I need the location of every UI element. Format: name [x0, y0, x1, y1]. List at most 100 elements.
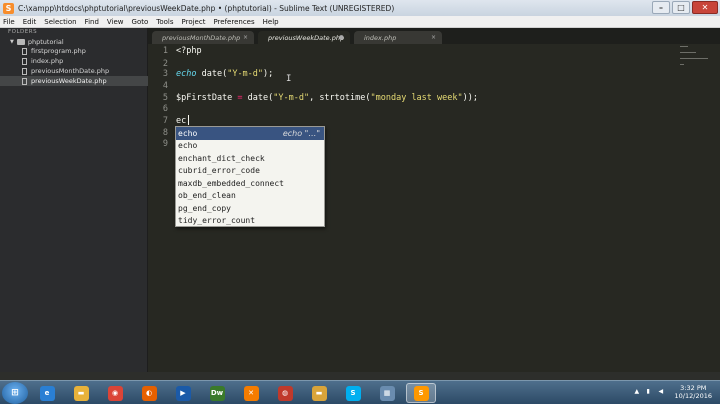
- clock-time: 3:32 PM: [680, 384, 707, 392]
- line-number: 3: [162, 69, 168, 79]
- status-bar: [0, 372, 720, 380]
- taskbar-app-button[interactable]: ▦: [372, 383, 402, 403]
- close-tab-icon[interactable]: ×: [431, 34, 436, 41]
- tab-label: index.php: [364, 33, 397, 42]
- tray-arrow-icon[interactable]: ▲: [635, 388, 643, 396]
- network-icon[interactable]: ▮: [647, 388, 655, 396]
- sidebar-file-label: firstprogram.php: [31, 47, 86, 55]
- autocomplete-item[interactable]: enchant_dict_check: [176, 152, 324, 165]
- menu-file[interactable]: File: [3, 18, 15, 26]
- code-line-5: $pFirstDate = date("Y-m-d", strtotime("m…: [176, 93, 478, 103]
- sidebar-folder-label: phptutorial: [27, 38, 64, 46]
- code-line-3: echo date("Y-m-d");: [176, 69, 273, 79]
- minimap[interactable]: [680, 46, 710, 86]
- start-button[interactable]: ⊞: [2, 382, 28, 404]
- dirty-indicator-icon[interactable]: ●: [339, 34, 344, 41]
- autocomplete-item[interactable]: maxdb_embedded_connect: [176, 177, 324, 190]
- folder-icon: ▬: [73, 385, 89, 401]
- menu-selection[interactable]: Selection: [44, 18, 76, 26]
- text-caret: [188, 115, 189, 125]
- file-icon: [22, 67, 27, 75]
- caret-down-icon[interactable]: ▼: [10, 39, 14, 45]
- menu-tools[interactable]: Tools: [156, 18, 173, 26]
- sidebar-file[interactable]: previousMonthDate.php: [0, 66, 148, 76]
- autocomplete-item[interactable]: echo echo "…": [176, 127, 324, 140]
- minimize-button[interactable]: –: [652, 1, 670, 14]
- taskbar-app-button[interactable]: ▶: [168, 383, 198, 403]
- code-token: "Y-m-d": [273, 93, 310, 103]
- sidebar-header: FOLDERS: [8, 29, 38, 35]
- line-number: 2: [162, 59, 168, 69]
- line-number: 1: [162, 46, 168, 56]
- autocomplete-item[interactable]: echo: [176, 140, 324, 153]
- sidebar-folder[interactable]: ▼ phptutorial: [10, 38, 64, 46]
- folder2-icon: ▬: [311, 385, 327, 401]
- autocomplete-item[interactable]: ob_end_clean: [176, 190, 324, 203]
- code-token: =: [232, 93, 248, 103]
- menu-view[interactable]: View: [107, 18, 124, 26]
- code-line-1: <?php: [176, 46, 202, 56]
- paint-icon: ◍: [277, 385, 293, 401]
- menu-project[interactable]: Project: [182, 18, 206, 26]
- close-button[interactable]: ✕: [692, 1, 718, 14]
- close-tab-icon[interactable]: ×: [243, 34, 248, 41]
- sidebar-file-label: index.php: [31, 57, 64, 65]
- code-token: "monday last week": [370, 93, 463, 103]
- tab-previousweekdate[interactable]: previousWeekDate.php ●: [258, 31, 350, 44]
- code-token: $pFirstDate: [176, 93, 233, 103]
- autocomplete-label: echo: [178, 128, 198, 138]
- autocomplete-item[interactable]: tidy_error_count: [176, 215, 324, 228]
- tab-previousmonthdate[interactable]: previousMonthDate.php ×: [152, 31, 254, 44]
- ie-icon: e: [39, 385, 55, 401]
- xampp-icon: ✕: [243, 385, 259, 401]
- file-icon: [22, 57, 27, 65]
- autocomplete-item[interactable]: cubrid_error_code: [176, 165, 324, 178]
- code-token: date(: [247, 93, 274, 103]
- taskbar-app-button[interactable]: S: [406, 383, 436, 403]
- menu-preferences[interactable]: Preferences: [213, 18, 254, 26]
- taskbar-app-button[interactable]: ▬: [304, 383, 334, 403]
- sidebar-file[interactable]: index.php: [0, 56, 148, 66]
- tab-label: previousWeekDate.php: [268, 33, 345, 42]
- clock[interactable]: 3:32 PM 10/12/2016: [675, 384, 712, 400]
- tab-index[interactable]: index.php ×: [354, 31, 442, 44]
- autocomplete-label: tidy_error_count: [178, 216, 256, 226]
- explorer-icon: ▦: [379, 385, 395, 401]
- menu-edit[interactable]: Edit: [23, 18, 37, 26]
- autocomplete-popup: echo echo "…" echo enchant_dict_check cu…: [175, 126, 325, 227]
- menu-goto[interactable]: Goto: [132, 18, 149, 26]
- firefox-icon: ◐: [141, 385, 157, 401]
- taskbar-app-button[interactable]: ✕: [236, 383, 266, 403]
- maximize-button[interactable]: □: [672, 1, 690, 14]
- sidebar-file-label: previousMonthDate.php: [31, 67, 110, 75]
- menu-find[interactable]: Find: [85, 18, 99, 26]
- tab-label: previousMonthDate.php: [162, 33, 241, 42]
- autocomplete-item[interactable]: pg_end_copy: [176, 202, 324, 215]
- sidebar-file-label: previousWeekDate.php: [31, 77, 107, 85]
- ibeam-cursor-icon: I: [286, 74, 292, 84]
- minimap-line: [680, 52, 696, 53]
- taskbar-app-button[interactable]: ◉: [100, 383, 130, 403]
- sidebar-file[interactable]: firstprogram.php: [0, 46, 148, 56]
- taskbar-app-button[interactable]: ◐: [134, 383, 164, 403]
- volume-icon[interactable]: ◀: [659, 388, 667, 396]
- autocomplete-label: enchant_dict_check: [178, 153, 265, 163]
- code-token: );: [263, 69, 274, 79]
- taskbar-app-button[interactable]: ◍: [270, 383, 300, 403]
- code-line-7: ec: [176, 116, 187, 126]
- taskbar-app-button[interactable]: S: [338, 383, 368, 403]
- taskbar-app-button[interactable]: ▬: [66, 383, 96, 403]
- code-token: , strtotime(: [309, 93, 371, 103]
- minimap-line: [680, 58, 708, 59]
- file-icon: [22, 47, 27, 55]
- autocomplete-hint: echo "…": [282, 128, 320, 138]
- taskbar-app-button[interactable]: Dw: [202, 383, 232, 403]
- file-icon: [22, 77, 27, 85]
- code-token: echo: [176, 69, 197, 79]
- menu-help[interactable]: Help: [263, 18, 279, 26]
- code-token: "Y-m-d": [227, 69, 264, 79]
- sidebar-file-active[interactable]: previousWeekDate.php: [0, 76, 148, 86]
- taskbar-app-button[interactable]: e: [32, 383, 62, 403]
- line-number: 6: [162, 104, 168, 114]
- menu-bar: File Edit Selection Find View Goto Tools…: [0, 16, 720, 28]
